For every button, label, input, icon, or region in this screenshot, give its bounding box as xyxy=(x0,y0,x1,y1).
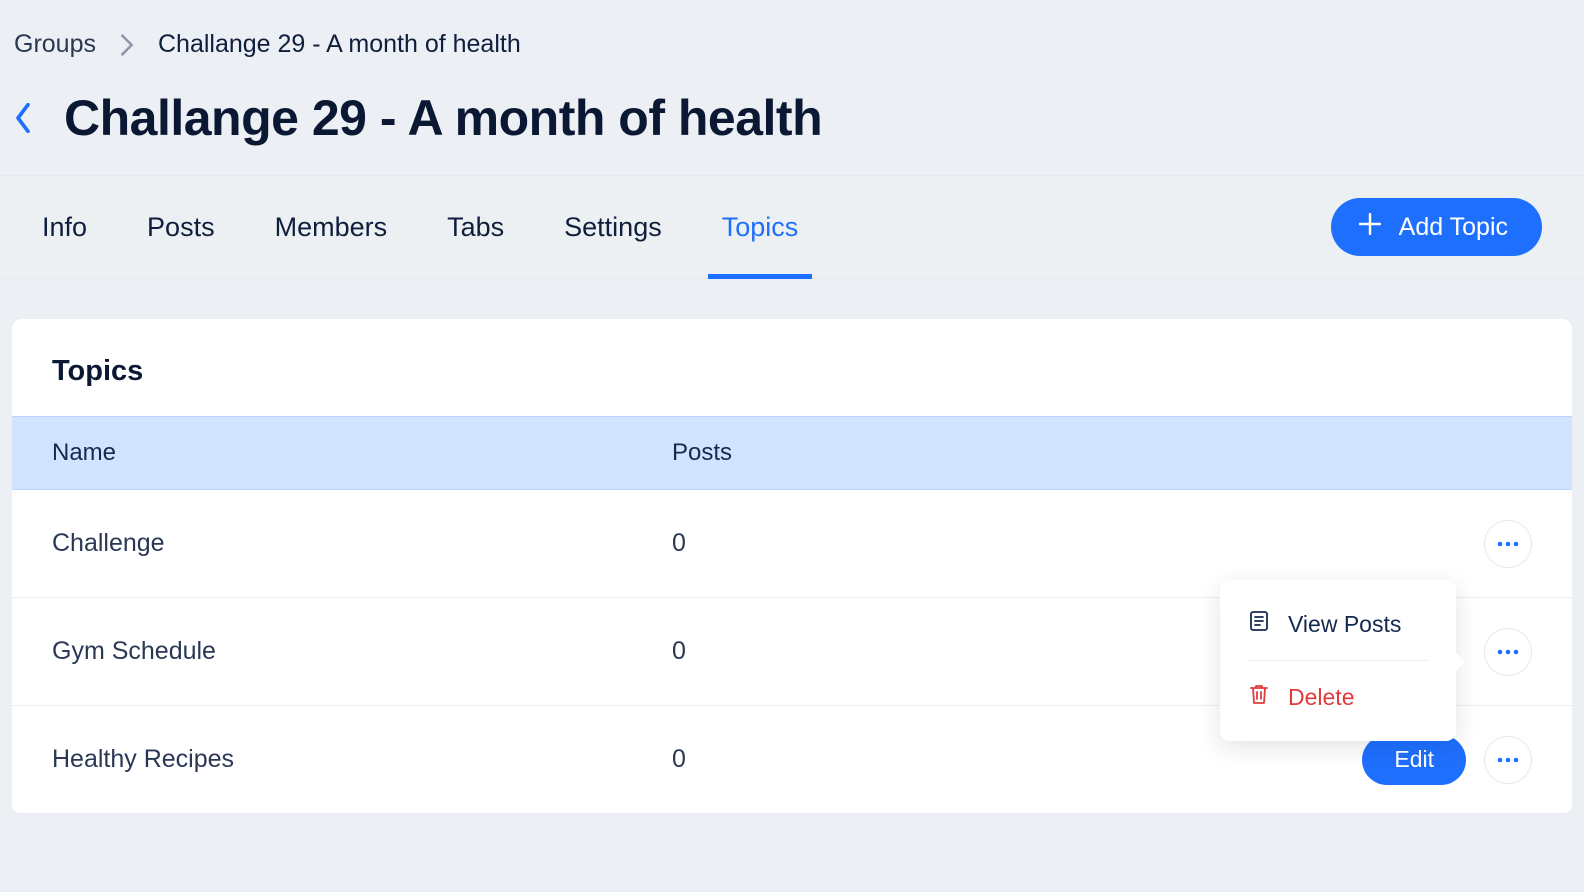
breadcrumb-current: Challange 29 - A month of health xyxy=(158,30,521,59)
topic-posts: 0 xyxy=(672,637,1272,666)
table-header: Name Posts xyxy=(12,416,1572,490)
tab-members[interactable]: Members xyxy=(275,176,388,278)
popover-delete-label: Delete xyxy=(1288,684,1354,711)
popover-view-posts[interactable]: View Posts xyxy=(1220,600,1456,648)
more-button[interactable] xyxy=(1484,628,1532,676)
card-title: Topics xyxy=(12,319,1572,416)
breadcrumb-root[interactable]: Groups xyxy=(14,30,96,59)
back-button[interactable] xyxy=(14,103,32,133)
tab-info[interactable]: Info xyxy=(42,176,87,278)
row-actions-popover: View Posts Delete xyxy=(1220,580,1456,741)
document-icon xyxy=(1248,610,1270,638)
add-topic-label: Add Topic xyxy=(1399,213,1508,242)
more-button[interactable] xyxy=(1484,736,1532,784)
tab-posts[interactable]: Posts xyxy=(147,176,215,278)
popover-divider xyxy=(1248,660,1428,661)
chevron-right-icon xyxy=(120,34,134,56)
topic-name: Gym Schedule xyxy=(52,637,672,666)
topic-posts: 0 xyxy=(672,529,1272,558)
add-topic-button[interactable]: Add Topic xyxy=(1331,198,1542,256)
trash-icon xyxy=(1248,683,1270,711)
popover-view-posts-label: View Posts xyxy=(1288,611,1401,638)
topic-name: Healthy Recipes xyxy=(52,745,672,774)
col-posts: Posts xyxy=(672,439,1272,467)
col-name: Name xyxy=(52,439,672,467)
topic-name: Challenge xyxy=(52,529,672,558)
edit-button[interactable]: Edit xyxy=(1362,735,1466,785)
plus-icon xyxy=(1359,213,1381,242)
popover-delete[interactable]: Delete xyxy=(1220,673,1456,721)
breadcrumb: Groups Challange 29 - A month of health xyxy=(0,0,1584,65)
page-title-row: Challange 29 - A month of health xyxy=(0,65,1584,175)
more-button[interactable] xyxy=(1484,520,1532,568)
tab-tabs[interactable]: Tabs xyxy=(447,176,504,278)
tabbar: Info Posts Members Tabs Settings Topics … xyxy=(0,175,1584,279)
tabs: Info Posts Members Tabs Settings Topics xyxy=(42,176,798,278)
tab-topics[interactable]: Topics xyxy=(722,176,799,278)
tab-settings[interactable]: Settings xyxy=(564,176,662,278)
topic-posts: 0 xyxy=(672,745,1272,774)
page-title: Challange 29 - A month of health xyxy=(64,89,822,147)
